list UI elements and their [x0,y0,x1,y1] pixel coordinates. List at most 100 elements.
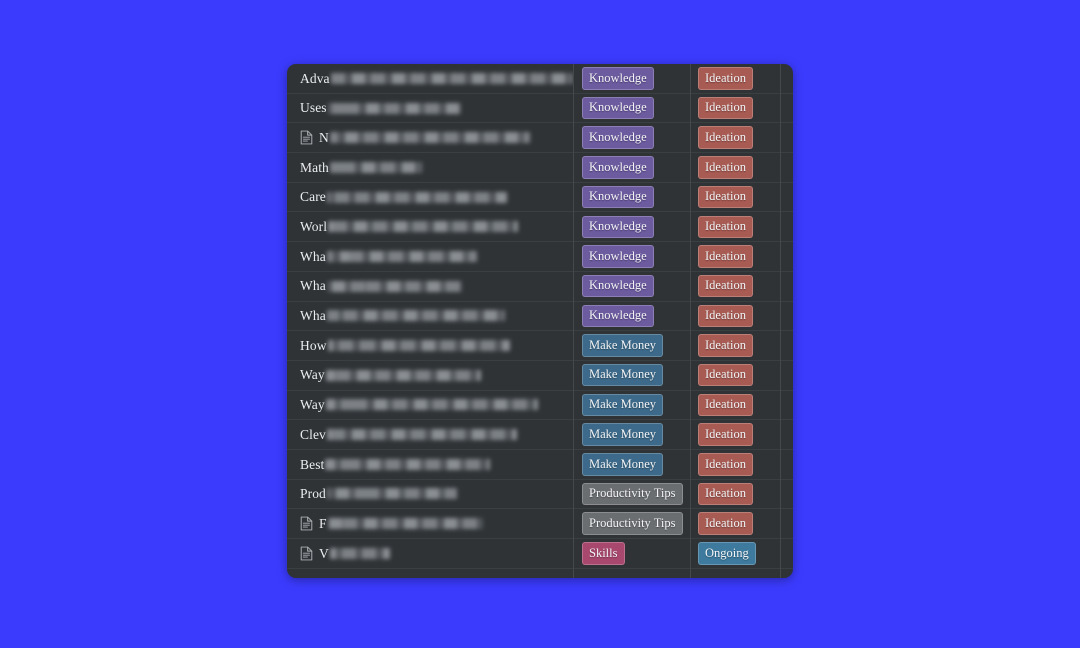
cell-tag[interactable]: Knowledge [573,153,690,182]
table-row[interactable]: How Make Money Ideation [287,331,793,361]
cell-title[interactable]: Prod [287,480,573,509]
cell-tag[interactable]: Knowledge [573,212,690,241]
cell-tag[interactable]: Make Money [573,391,690,420]
tag-badge[interactable]: Skills [582,542,625,565]
cell-tag[interactable]: Productivity Tips [573,480,690,509]
cell-tag[interactable]: Make Money [573,331,690,360]
cell-title[interactable]: Care [287,183,573,212]
cell-title[interactable]: Adva [287,64,573,93]
cell-title[interactable]: Uses [287,94,573,123]
cell-title[interactable]: Wha [287,302,573,331]
status-badge[interactable]: Ideation [698,304,753,328]
cell-tag[interactable]: Knowledge [573,242,690,271]
status-badge[interactable]: Ideation [698,334,753,357]
cell-status[interactable]: Ideation [690,480,780,509]
tag-badge[interactable]: Make Money [582,423,663,446]
cell-status[interactable]: Ideation [690,123,780,152]
tag-badge[interactable]: Knowledge [582,245,654,268]
cell-status[interactable]: Ideation [690,64,780,93]
status-badge[interactable]: Ideation [698,512,753,535]
status-badge[interactable]: Ideation [698,185,753,209]
status-badge[interactable]: Ideation [698,274,753,298]
cell-title[interactable]: Clev [287,420,573,449]
cell-status[interactable]: Ongoing [690,539,780,568]
status-badge[interactable]: Ideation [698,126,753,149]
cell-title[interactable]: Math [287,153,573,182]
table-row[interactable]: N Knowledge Ideation [287,123,793,154]
table-row[interactable]: Care Knowledge Ideation [287,183,793,213]
cell-title[interactable]: F [287,509,573,538]
cell-title[interactable]: Best [287,450,573,479]
cell-tag[interactable]: Knowledge [573,94,690,123]
cell-status[interactable]: Ideation [690,450,780,479]
status-badge[interactable]: Ideation [698,453,753,476]
table-row[interactable]: Wha Knowledge Ideation [287,272,793,302]
cell-tag[interactable]: Knowledge [573,123,690,152]
tag-badge[interactable]: Knowledge [582,156,654,179]
tag-badge[interactable]: Knowledge [582,215,654,239]
status-badge[interactable]: Ideation [698,393,753,417]
cell-title[interactable]: Worl [287,212,573,241]
cell-status[interactable]: Ideation [690,302,780,331]
status-badge[interactable]: Ideation [698,423,753,446]
cell-title[interactable]: Wha [287,242,573,271]
tag-badge[interactable]: Productivity Tips [582,512,683,535]
tag-badge[interactable]: Make Money [582,363,663,387]
tag-badge[interactable]: Make Money [582,334,663,357]
cell-status[interactable]: Ideation [690,183,780,212]
table-row[interactable]: Wha Knowledge Ideation [287,302,793,332]
table-row[interactable]: Worl Knowledge Ideation [287,212,793,243]
cell-status[interactable]: Ideation [690,509,780,538]
status-badge[interactable]: Ideation [698,67,753,90]
table-row[interactable]: Wha Knowledge Ideation [287,242,793,272]
table-row[interactable]: V Skills Ongoing [287,539,793,569]
cell-status[interactable]: Ideation [690,331,780,360]
cell-title[interactable]: V [287,539,573,568]
tag-badge[interactable]: Knowledge [582,126,654,149]
table-row[interactable]: Clev Make Money Ideation [287,420,793,450]
cell-tag[interactable]: Skills [573,539,690,568]
cell-tag[interactable]: Knowledge [573,183,690,212]
status-badge[interactable]: Ideation [698,245,753,268]
cell-status[interactable]: Ideation [690,153,780,182]
tag-badge[interactable]: Make Money [582,453,663,476]
cell-tag[interactable]: Make Money [573,420,690,449]
table-row[interactable]: Way Make Money Ideation [287,391,793,421]
cell-title[interactable]: Wha [287,272,573,301]
table-row[interactable]: Adva Knowledge Ideation [287,64,793,94]
status-badge[interactable]: Ideation [698,156,753,179]
tag-badge[interactable]: Productivity Tips [582,482,683,506]
status-badge[interactable]: Ideation [698,215,753,239]
table-row[interactable]: Uses Knowledge Ideation [287,94,793,124]
table-row[interactable]: Math Knowledge Ideation [287,153,793,183]
cell-title[interactable]: Way [287,361,573,390]
table-row[interactable]: Way Make Money Ideation [287,361,793,391]
cell-title[interactable]: How [287,331,573,360]
table-row[interactable]: Best Make Money Ideation [287,450,793,480]
cell-status[interactable]: Ideation [690,272,780,301]
tag-badge[interactable]: Knowledge [582,304,654,328]
tag-badge[interactable]: Make Money [582,393,663,417]
cell-tag[interactable]: Knowledge [573,64,690,93]
table-row[interactable]: Prod Productivity Tips Ideation [287,480,793,510]
cell-status[interactable]: Ideation [690,391,780,420]
cell-title[interactable]: N [287,123,573,152]
status-badge[interactable]: Ideation [698,482,753,506]
tag-badge[interactable]: Knowledge [582,96,654,120]
cell-status[interactable]: Ideation [690,94,780,123]
tag-badge[interactable]: Knowledge [582,274,654,298]
cell-status[interactable]: Ideation [690,420,780,449]
cell-tag[interactable]: Knowledge [573,302,690,331]
table-row[interactable]: F Productivity Tips Ideation [287,509,793,539]
status-badge[interactable]: Ongoing [698,542,756,565]
cell-status[interactable]: Ideation [690,361,780,390]
status-badge[interactable]: Ideation [698,363,753,387]
cell-status[interactable]: Ideation [690,242,780,271]
cell-tag[interactable]: Knowledge [573,272,690,301]
status-badge[interactable]: Ideation [698,96,753,120]
cell-tag[interactable]: Productivity Tips [573,509,690,538]
tag-badge[interactable]: Knowledge [582,67,654,90]
cell-tag[interactable]: Make Money [573,450,690,479]
tag-badge[interactable]: Knowledge [582,185,654,209]
cell-status[interactable]: Ideation [690,212,780,241]
